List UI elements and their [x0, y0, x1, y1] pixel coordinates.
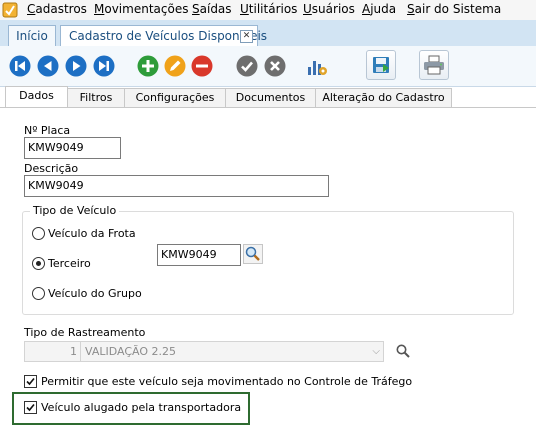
menu-sair-label: air do Sistema: [414, 2, 502, 16]
rastreamento-select[interactable]: 1 VALIDAÇÃO 2.25 ⌵: [24, 341, 384, 362]
menu-cadastros-label: adastros: [35, 2, 87, 16]
placa-input[interactable]: KMW9049: [24, 137, 121, 159]
previous-record-button[interactable]: [37, 55, 59, 77]
menu-saidas-label: aídas: [199, 2, 232, 16]
next-icon: [65, 55, 87, 77]
confirm-icon: [236, 55, 258, 77]
radio-veiculo-grupo-label[interactable]: Veículo do Grupo: [48, 287, 142, 300]
menu-usuarios[interactable]: Usuários: [303, 1, 355, 17]
menu-movimentacoes-accel: M: [94, 2, 105, 16]
first-record-button[interactable]: [9, 55, 31, 77]
menu-utilitarios-label: tilitários: [248, 2, 298, 16]
tab-configuracoes[interactable]: Configurações: [124, 88, 226, 107]
next-record-button[interactable]: [65, 55, 87, 77]
menu-utilitarios-accel: U: [240, 2, 249, 16]
confirm-button[interactable]: [236, 55, 258, 77]
menu-saidas-accel: S: [192, 2, 200, 16]
check-icon: [26, 403, 35, 412]
menu-sair-accel: S: [407, 2, 415, 16]
radio-selected-dot: [36, 261, 41, 266]
menu-usuarios-accel: U: [303, 2, 312, 16]
save-export-button[interactable]: [366, 50, 396, 80]
cancel-icon: [264, 55, 286, 77]
radio-veiculo-frota[interactable]: [32, 227, 45, 240]
form-tabs: Dados Filtros Configurações Documentos A…: [0, 86, 536, 107]
rastreamento-code: 1: [25, 342, 81, 361]
search-icon: [396, 344, 410, 358]
cancel-button[interactable]: [264, 55, 286, 77]
menu-movimentacoes-label: ovimentações: [104, 2, 189, 16]
first-icon: [9, 55, 31, 77]
app-icon: [2, 2, 18, 18]
delete-button[interactable]: [191, 55, 213, 77]
search-icon: [243, 244, 263, 264]
edit-button[interactable]: [164, 55, 186, 77]
menu-sair[interactable]: Sair do Sistema: [407, 1, 501, 17]
tab-inicio-label: Início: [16, 29, 48, 43]
menu-cadastros[interactable]: Cadastros: [27, 1, 87, 17]
menu-saidas[interactable]: Saídas: [192, 1, 232, 17]
terceiro-input[interactable]: KMW9049: [157, 244, 241, 266]
tipo-veiculo-label: Tipo de Veículo: [30, 204, 120, 217]
radio-veiculo-grupo[interactable]: [32, 287, 45, 300]
checkbox-controle-trafego[interactable]: [24, 375, 37, 388]
chevron-down-icon[interactable]: ⌵: [372, 342, 380, 361]
checkbox-veiculo-alugado-label[interactable]: Veículo alugado pela transportadora: [41, 401, 241, 414]
menu-ajuda[interactable]: Ajuda: [362, 1, 396, 17]
tab-dados[interactable]: Dados: [5, 86, 68, 107]
check-icon: [26, 377, 35, 386]
rastreamento-label: Tipo de Rastreamento: [24, 326, 146, 339]
rastreamento-value: VALIDAÇÃO 2.25: [85, 345, 176, 358]
tab-inicio[interactable]: Início: [8, 25, 56, 46]
toolbar: [0, 46, 536, 87]
last-icon: [93, 55, 115, 77]
radio-terceiro-label[interactable]: Terceiro: [48, 257, 91, 270]
menu-ajuda-label: juda: [370, 2, 397, 16]
tab-cadastro-veiculos[interactable]: Cadastro de Veículos Disponíveis ✕: [60, 25, 267, 46]
menu-usuarios-label: suários: [311, 2, 355, 16]
descricao-label: Descrição: [24, 162, 79, 175]
report-icon: [308, 61, 327, 75]
save-export-icon: [373, 57, 389, 73]
descricao-input[interactable]: KMW9049: [24, 175, 329, 197]
menu-movimentacoes[interactable]: Movimentações: [94, 1, 188, 17]
menu-bar: Cadastros Movimentações Saídas Utilitári…: [0, 0, 536, 20]
print-icon: [424, 55, 444, 75]
rastreamento-search-button[interactable]: [395, 343, 411, 359]
tab-documentos[interactable]: Documentos: [225, 88, 316, 107]
radio-veiculo-frota-label[interactable]: Veículo da Frota: [48, 227, 136, 240]
delete-icon: [191, 55, 213, 77]
edit-icon: [164, 55, 186, 77]
placa-label: Nº Placa: [24, 124, 71, 137]
last-record-button[interactable]: [93, 55, 115, 77]
report-button[interactable]: [306, 55, 328, 77]
checkbox-veiculo-alugado[interactable]: [24, 401, 37, 414]
document-tab-strip: Início Cadastro de Veículos Disponíveis …: [0, 20, 536, 46]
tab-cadastro-veiculos-label: Cadastro de Veículos Disponíveis: [69, 29, 268, 43]
terceiro-search-button[interactable]: [243, 244, 263, 264]
print-button[interactable]: [419, 50, 449, 80]
close-icon[interactable]: ✕: [240, 30, 253, 43]
menu-ajuda-accel: A: [362, 2, 371, 16]
checkbox-controle-trafego-label[interactable]: Permitir que este veículo seja movimenta…: [41, 375, 412, 388]
add-button[interactable]: [137, 55, 159, 77]
previous-icon: [37, 55, 59, 77]
radio-terceiro[interactable]: [32, 257, 45, 270]
tab-alteracao-cadastro[interactable]: Alteração do Cadastro: [315, 88, 452, 107]
add-icon: [137, 55, 159, 77]
tab-filtros[interactable]: Filtros: [67, 88, 125, 107]
menu-utilitarios[interactable]: Utilitários: [240, 1, 297, 17]
